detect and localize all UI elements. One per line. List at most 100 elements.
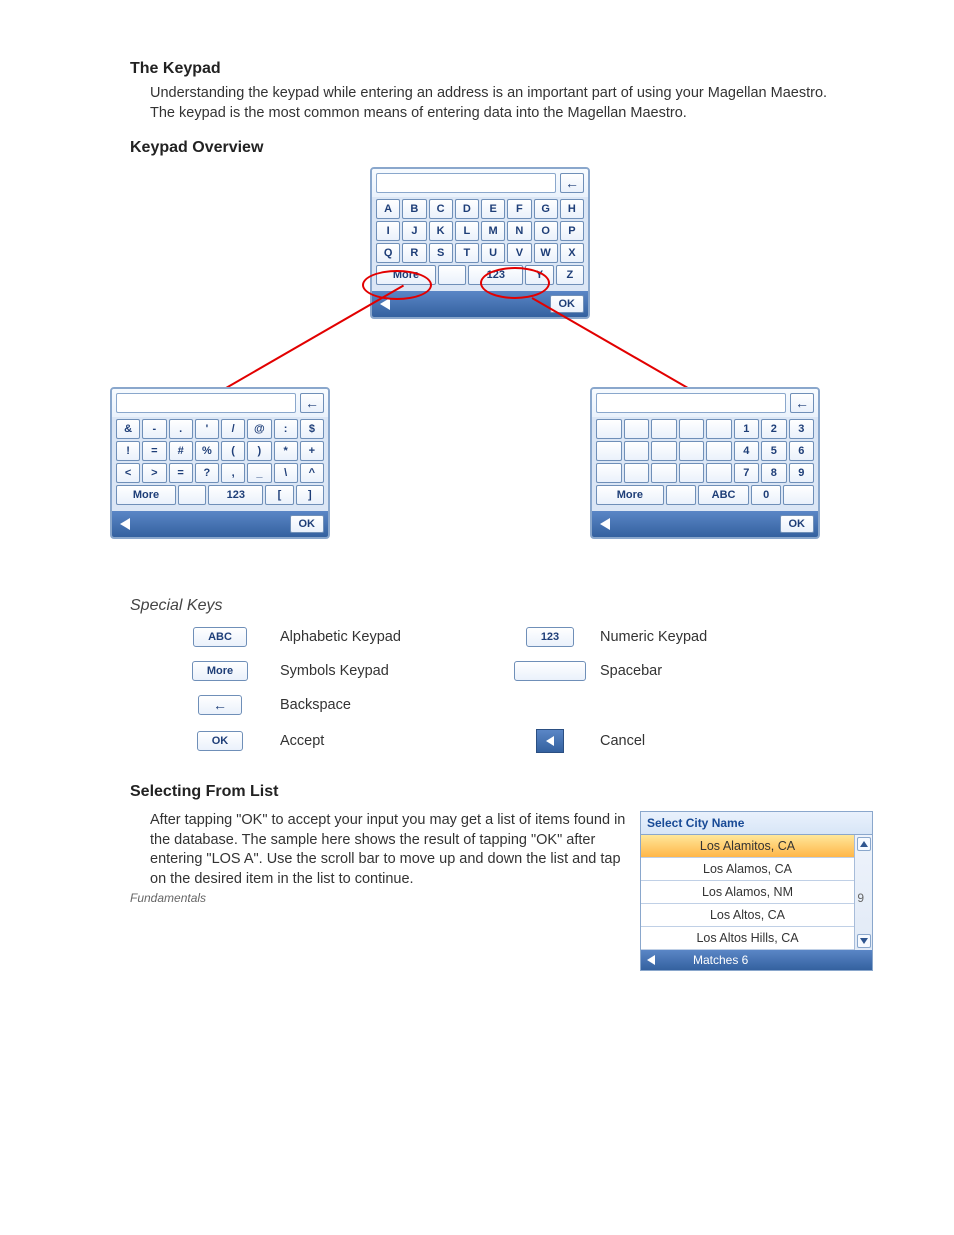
p-key[interactable]: P [560,221,584,241]
list-item[interactable]: Los Alamos, CA [641,858,854,881]
%-key[interactable]: % [195,441,219,461]
list-item[interactable]: Los Altos, CA [641,904,854,927]
space-key[interactable] [438,265,466,285]
l-key[interactable]: L [455,221,479,241]
blank-key[interactable] [651,419,677,439]
abc-mode-key[interactable]: ABC [698,485,749,505]
cancel-icon[interactable] [600,518,610,530]
blank-key[interactable] [596,419,622,439]
#-key[interactable]: # [169,441,193,461]
u-key[interactable]: U [481,243,505,263]
backspace-key[interactable]: ← [300,393,324,413]
blank-key[interactable] [651,463,677,483]
blank-key[interactable] [783,485,814,505]
o-key[interactable]: O [534,221,558,241]
i-key[interactable]: I [376,221,400,241]
a-key[interactable]: A [376,199,400,219]
1-key[interactable]: 1 [734,419,760,439]
scroll-down-button[interactable] [857,934,871,948]
more-key[interactable]: More [116,485,176,505]
left-bracket-key[interactable]: [ [265,485,293,505]
cancel-icon[interactable] [380,298,390,310]
b-key[interactable]: B [402,199,426,219]
<-key[interactable]: < [116,463,140,483]
blank-key[interactable] [706,419,732,439]
\-key[interactable]: \ [274,463,298,483]
more-key[interactable]: More [596,485,664,505]
ok-button[interactable]: OK [290,515,325,533]
scroll-up-button[interactable] [857,837,871,851]
d-key[interactable]: D [455,199,479,219]
space-key[interactable] [666,485,697,505]
alpha-input-field[interactable] [376,173,556,193]
x-key[interactable]: X [560,243,584,263]
blank-key[interactable] [596,441,622,461]
blank-key[interactable] [624,463,650,483]
blank-key[interactable] [624,419,650,439]
zero-key[interactable]: 0 [751,485,782,505]
backspace-key[interactable]: ← [790,393,814,413]
list-item[interactable]: Los Alamitos, CA [641,835,854,858]
blank-key[interactable] [624,441,650,461]
numeric-mode-key[interactable]: 123 [468,265,523,285]
blank-key[interactable] [596,463,622,483]
ok-button[interactable]: OK [780,515,815,533]
.-key[interactable]: . [169,419,193,439]
blank-key[interactable] [679,441,705,461]
m-key[interactable]: M [481,221,505,241]
'-key[interactable]: ' [195,419,219,439]
>-key[interactable]: > [142,463,166,483]
y-key[interactable]: Y [525,265,553,285]
:-key[interactable]: : [274,419,298,439]
=-key[interactable]: = [169,463,193,483]
9-key[interactable]: 9 [789,463,815,483]
&-key[interactable]: & [116,419,140,439]
5-key[interactable]: 5 [761,441,787,461]
4-key[interactable]: 4 [734,441,760,461]
z-key[interactable]: Z [556,265,584,285]
blank-key[interactable] [706,441,732,461]
2-key[interactable]: 2 [761,419,787,439]
/-key[interactable]: / [221,419,245,439]
backspace-key[interactable]: ← [560,173,584,193]
blank-key[interactable] [679,419,705,439]
cancel-icon[interactable] [647,955,655,965]
n-key[interactable]: N [507,221,531,241]
space-key[interactable] [178,485,206,505]
e-key[interactable]: E [481,199,505,219]
numeric-mode-key[interactable]: 123 [208,485,263,505]
3-key[interactable]: 3 [789,419,815,439]
_-key[interactable]: _ [247,463,271,483]
blank-key[interactable] [651,441,677,461]
!-key[interactable]: ! [116,441,140,461]
@-key[interactable]: @ [247,419,271,439]
7-key[interactable]: 7 [734,463,760,483]
*-key[interactable]: * [274,441,298,461]
6-key[interactable]: 6 [789,441,815,461]
$-key[interactable]: $ [300,419,324,439]
s-key[interactable]: S [429,243,453,263]
right-bracket-key[interactable]: ] [296,485,324,505]
j-key[interactable]: J [402,221,426,241]
+-key[interactable]: + [300,441,324,461]
,-key[interactable]: , [221,463,245,483]
^-key[interactable]: ^ [300,463,324,483]
k-key[interactable]: K [429,221,453,241]
h-key[interactable]: H [560,199,584,219]
c-key[interactable]: C [429,199,453,219]
more-key[interactable]: More [376,265,436,285]
sym-input-field[interactable] [116,393,296,413]
w-key[interactable]: W [534,243,558,263]
8-key[interactable]: 8 [761,463,787,483]
q-key[interactable]: Q [376,243,400,263]
blank-key[interactable] [706,463,732,483]
?-key[interactable]: ? [195,463,219,483]
list-item[interactable]: Los Altos Hills, CA [641,927,854,950]
cancel-icon[interactable] [120,518,130,530]
f-key[interactable]: F [507,199,531,219]
r-key[interactable]: R [402,243,426,263]
(-key[interactable]: ( [221,441,245,461]
)-key[interactable]: ) [247,441,271,461]
g-key[interactable]: G [534,199,558,219]
--key[interactable]: - [142,419,166,439]
